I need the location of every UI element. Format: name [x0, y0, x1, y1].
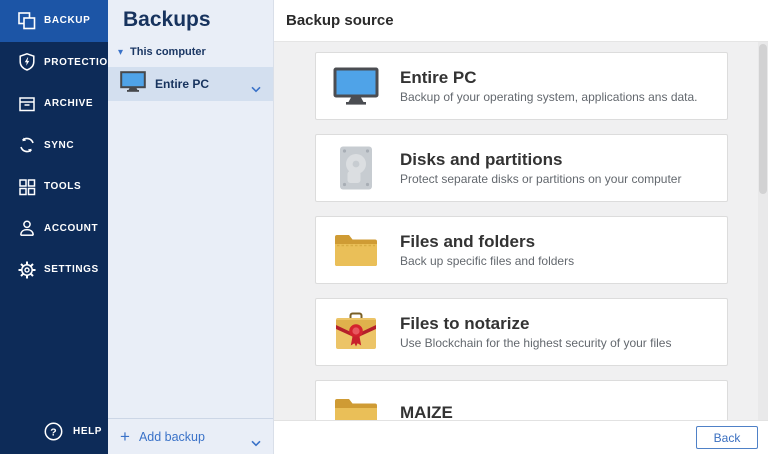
plus-icon: +	[120, 428, 130, 445]
help-label: HELP	[73, 426, 102, 437]
folder-icon	[333, 232, 379, 268]
monitor-icon	[120, 71, 146, 97]
sidebar-item-account[interactable]: ACCOUNT	[0, 208, 108, 250]
computer-group-header[interactable]: ▾ This computer	[118, 46, 273, 58]
add-backup-button[interactable]: + Add backup	[108, 418, 273, 454]
card-title: Files to notarize	[400, 314, 671, 334]
sidebar-item-sync[interactable]: SYNC	[0, 125, 108, 167]
sidebar-item-label: TOOLS	[44, 181, 81, 192]
source-card-maize[interactable]: MAIZE	[315, 380, 728, 420]
scrollbar-thumb[interactable]	[759, 44, 767, 194]
svg-text:?: ?	[50, 426, 56, 438]
backups-panel: Backups ▾ This computer Entire PC + Add …	[108, 0, 274, 454]
source-card-entire-pc[interactable]: Entire PC Backup of your operating syste…	[315, 52, 728, 120]
hdd-icon	[333, 145, 379, 191]
vertical-scrollbar[interactable]	[758, 42, 768, 420]
sync-icon	[17, 135, 37, 155]
sidebar-item-backup[interactable]: BACKUP	[0, 0, 108, 42]
sidebar-item-label: SETTINGS	[44, 264, 99, 275]
backup-icon	[17, 11, 37, 31]
computer-group-label: This computer	[130, 46, 206, 58]
monitor-icon	[333, 67, 379, 105]
archive-icon	[17, 94, 37, 114]
chevron-down-icon[interactable]	[251, 80, 261, 98]
chevron-down-icon[interactable]	[251, 434, 261, 452]
sidebar-item-label: BACKUP	[44, 15, 90, 26]
card-subtitle: Back up specific files and folders	[400, 254, 574, 268]
shield-icon	[17, 52, 37, 72]
sidebar-item-archive[interactable]: ARCHIVE	[0, 83, 108, 125]
main-header: Backup source	[274, 0, 768, 42]
source-card-disks-partitions[interactable]: Disks and partitions Protect separate di…	[315, 134, 728, 202]
sidebar-item-label: SYNC	[44, 140, 74, 151]
main-footer: Back	[274, 420, 768, 454]
backup-item-label: Entire PC	[155, 77, 209, 91]
notarize-folder-icon	[333, 312, 379, 352]
sidebar-item-label: ARCHIVE	[44, 98, 93, 109]
app-window: BACKUP PROTECTION ARCHIVE	[0, 0, 768, 454]
main-area: Backup source Entire PC Backup of your o…	[274, 0, 768, 454]
sidebar-item-tools[interactable]: TOOLS	[0, 166, 108, 208]
sidebar-item-label: ACCOUNT	[44, 223, 98, 234]
card-subtitle: Use Blockchain for the highest security …	[400, 336, 671, 350]
source-card-files-notarize[interactable]: Files to notarize Use Blockchain for the…	[315, 298, 728, 366]
account-icon	[17, 218, 37, 238]
backup-source-list: Entire PC Backup of your operating syste…	[274, 42, 768, 420]
source-card-files-folders[interactable]: Files and folders Back up specific files…	[315, 216, 728, 284]
backups-panel-title: Backups	[123, 8, 273, 32]
gear-icon	[17, 260, 37, 280]
help-icon: ?	[44, 422, 63, 441]
sidebar-item-settings[interactable]: SETTINGS	[0, 249, 108, 291]
sidebar-item-label: PROTECTION	[44, 57, 116, 68]
card-subtitle: Backup of your operating system, applica…	[400, 90, 698, 104]
add-backup-label: Add backup	[139, 430, 205, 444]
back-button[interactable]: Back	[696, 426, 758, 449]
folder-icon	[333, 396, 379, 420]
sidebar-item-help[interactable]: ? HELP	[0, 416, 108, 446]
sidebar-item-protection[interactable]: PROTECTION	[0, 42, 108, 84]
page-title: Backup source	[286, 12, 394, 29]
card-subtitle: Protect separate disks or partitions on …	[400, 172, 681, 186]
main-sidebar: BACKUP PROTECTION ARCHIVE	[0, 0, 108, 454]
card-title: Disks and partitions	[400, 150, 681, 170]
backup-list-item-entire-pc[interactable]: Entire PC	[108, 67, 273, 101]
card-title: Entire PC	[400, 68, 698, 88]
collapse-caret-icon: ▾	[118, 47, 123, 58]
card-title: Files and folders	[400, 232, 574, 252]
tools-icon	[17, 177, 37, 197]
card-title: MAIZE	[400, 403, 453, 420]
